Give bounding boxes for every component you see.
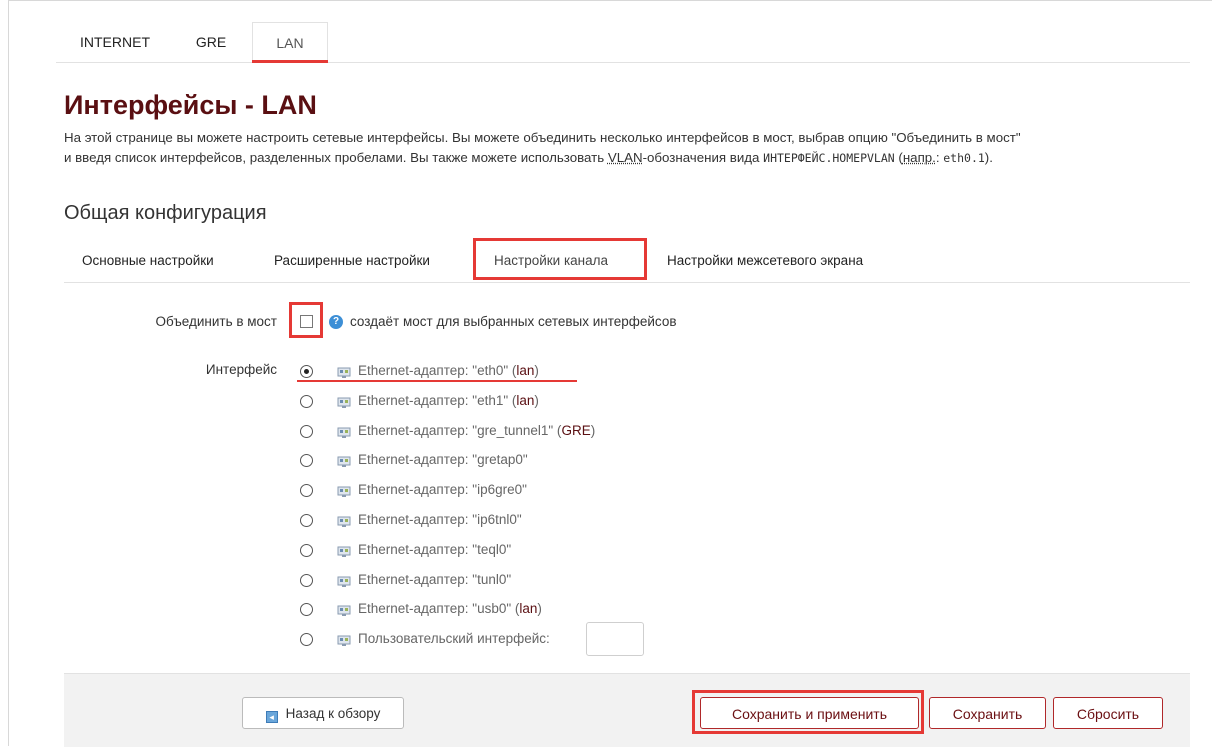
back-button-label: Назад к обзору	[285, 706, 381, 721]
interface-name: Пользовательский интерфейс:	[358, 631, 550, 647]
interface-zone-close: )	[534, 392, 539, 408]
interface-zone-close: )	[537, 601, 542, 617]
page-title: Интерфейсы - LAN	[64, 90, 317, 120]
interface-radio[interactable]	[300, 573, 313, 587]
interface-option-label: Ethernet-адаптер: "tunl0"	[358, 572, 511, 587]
network-adapter-icon	[337, 574, 351, 588]
tab-physical-settings[interactable]: Настройки канала	[494, 240, 608, 282]
example-code: eth0.1	[943, 151, 985, 165]
interface-option-label: Ethernet-адаптер: "ip6gre0"	[358, 482, 527, 497]
highlight-underline-eth0	[297, 380, 577, 382]
interface-option-label: Ethernet-адаптер: "teql0"	[358, 542, 511, 557]
interface-option-label: Ethernet-адаптер: "ip6tnl0"	[358, 512, 522, 527]
network-adapter-icon	[337, 603, 351, 617]
tab-firewall-settings[interactable]: Настройки межсетевого экрана	[667, 240, 863, 282]
network-adapter-icon	[337, 514, 351, 528]
interface-radio[interactable]	[300, 514, 313, 527]
vlan-format-code: ИНТЕРФЕЙС.НОМЕРVLAN	[763, 151, 895, 165]
interface-radio[interactable]	[300, 543, 313, 557]
interface-radio[interactable]	[300, 424, 313, 438]
interface-name: Ethernet-адаптер: "gretap0"	[358, 452, 528, 468]
page-description: На этой странице вы можете настроить сет…	[64, 128, 1194, 168]
section-title: Общая конфигурация	[64, 202, 267, 224]
interface-zone: GRE	[561, 422, 591, 438]
interface-name: Ethernet-адаптер: "ip6tnl0"	[358, 512, 522, 527]
tab-internet[interactable]: INTERNET	[70, 22, 150, 62]
interface-name: Ethernet-адаптер: "eth0" (	[358, 363, 517, 378]
example-abbr: напр.	[902, 150, 936, 165]
interface-zone: lan	[516, 363, 535, 378]
back-to-overview-button[interactable]: ◂ Назад к обзору	[242, 697, 404, 729]
save-and-apply-button[interactable]: Сохранить и применить	[700, 697, 919, 729]
top-tabs: INTERNET GRE LAN	[56, 22, 1190, 63]
interface-zone-close: )	[534, 363, 539, 378]
vlan-abbr: VLAN	[607, 150, 643, 165]
interface-name: Ethernet-адаптер: "ip6gre0"	[358, 482, 527, 498]
interface-label: Интерфейс	[205, 362, 277, 377]
network-adapter-icon	[337, 454, 351, 468]
network-adapter-icon	[337, 395, 351, 409]
interface-radio[interactable]	[300, 394, 313, 408]
network-adapter-icon	[337, 544, 351, 558]
network-adapter-icon	[337, 365, 351, 379]
interface-option-label: Ethernet-адаптер: "usb0" (lan)	[358, 601, 542, 616]
interface-option-label: Ethernet-адаптер: "gre_tunnel1" (GRE)	[358, 423, 595, 438]
interface-name: Ethernet-адаптер: "tunl0"	[358, 571, 512, 587]
back-arrow-icon: ◂	[265, 711, 278, 723]
network-adapter-icon	[337, 633, 351, 647]
interface-option-label: Ethernet-адаптер: "eth1" (lan)	[358, 393, 539, 408]
description-text: ).	[984, 150, 993, 165]
reset-button[interactable]: Сбросить	[1053, 697, 1163, 729]
custom-interface-input[interactable]	[586, 622, 644, 656]
sub-tabs: Основные настройки Расширенные настройки…	[64, 240, 1190, 283]
interface-option-label: Ethernet-адаптер: "eth0" (lan)	[358, 363, 539, 378]
description-line-1: На этой странице вы можете настроить сет…	[64, 130, 1021, 145]
bridge-help-text: создаёт мост для выбранных сетевых интер…	[350, 314, 677, 329]
tab-gre[interactable]: GRE	[184, 22, 238, 62]
network-adapter-icon	[337, 484, 351, 498]
bridge-checkbox[interactable]	[300, 315, 313, 328]
interface-name: Ethernet-адаптер: "usb0" (	[358, 601, 520, 617]
tab-basic-settings[interactable]: Основные настройки	[82, 240, 214, 282]
description-text: -обозначения вида	[642, 150, 764, 165]
interface-zone: lan	[519, 601, 538, 617]
bridge-label: Объединить в мост	[155, 314, 277, 329]
interface-option-label: Пользовательский интерфейс:	[358, 631, 550, 646]
interface-option-label: Ethernet-адаптер: "gretap0"	[358, 452, 528, 467]
interface-radio[interactable]	[300, 365, 313, 378]
save-button[interactable]: Сохранить	[929, 697, 1046, 729]
network-adapter-icon	[337, 425, 351, 439]
tab-lan[interactable]: LAN	[252, 22, 328, 63]
description-line-2: и введя список интерфейсов, разделенных …	[64, 148, 1194, 168]
tab-advanced-settings[interactable]: Расширенные настройки	[274, 240, 430, 282]
interface-zone-close: )	[590, 422, 596, 438]
interface-zone: lan	[516, 392, 535, 408]
interface-name: Ethernet-адаптер: "teql0"	[358, 541, 512, 557]
interface-name: Ethernet-адаптер: "eth1" (	[358, 392, 517, 408]
description-text: и введя список интерфейсов, разделенных …	[64, 150, 608, 165]
description-text: (	[894, 150, 903, 165]
interface-name: Ethernet-адаптер: "gre_tunnel1" (	[358, 422, 562, 438]
help-icon: ?	[329, 315, 343, 329]
